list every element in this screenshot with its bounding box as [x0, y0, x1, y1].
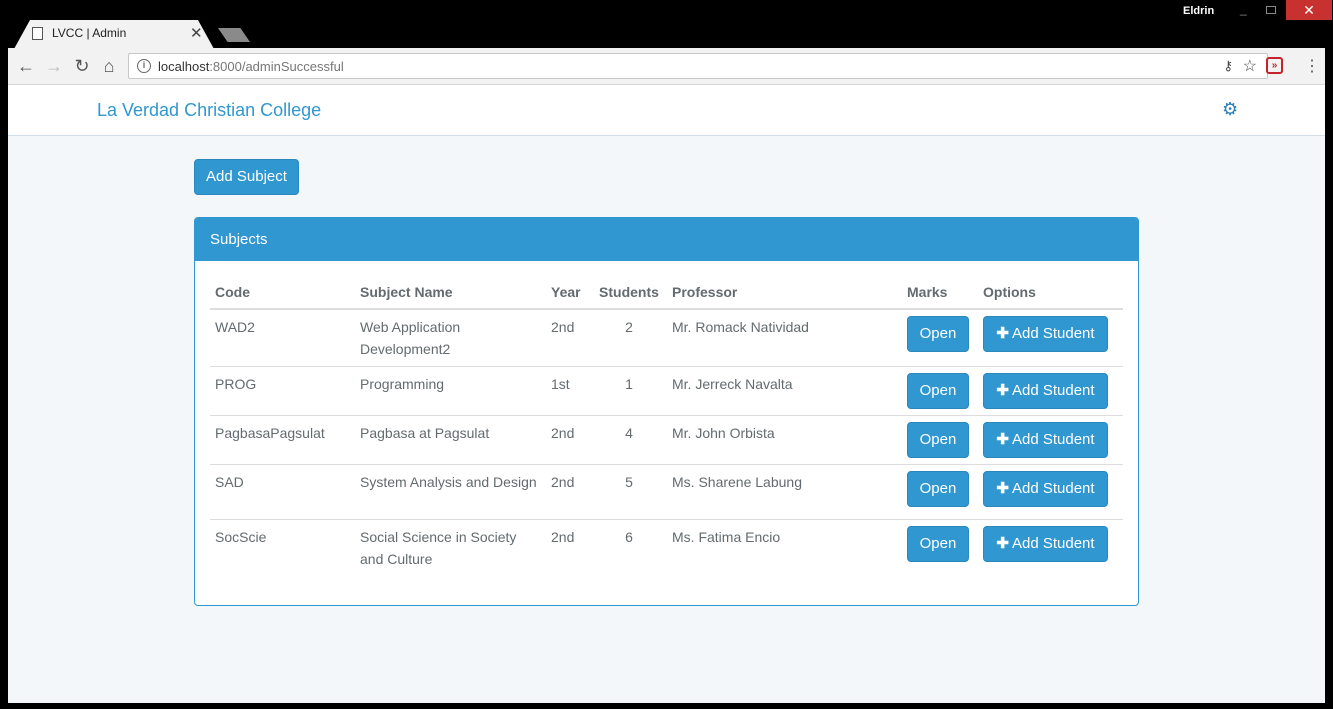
minimize-button[interactable]: _: [1240, 2, 1250, 16]
header-students: Students: [591, 278, 667, 310]
cell-options: ✚ Add Student: [978, 366, 1123, 416]
cell-students: 5: [591, 464, 667, 520]
title-bar: LVCC | Admin ✕ Eldrin _ ✕: [0, 0, 1333, 49]
cell-professor: Ms. Fatima Encio: [667, 519, 902, 576]
site-navbar: La Verdad Christian College ⚙: [8, 85, 1325, 136]
cell-code: SocScie: [210, 519, 355, 576]
cell-subject-name: Social Science in Society and Culture: [355, 519, 546, 576]
plus-icon: ✚: [996, 480, 1009, 497]
forward-icon[interactable]: →: [43, 56, 65, 78]
cell-subject-name: System Analysis and Design: [355, 464, 546, 520]
reload-icon[interactable]: ↻: [71, 56, 93, 78]
header-marks: Marks: [902, 278, 978, 310]
plus-icon: ✚: [996, 431, 1009, 448]
header-year: Year: [546, 278, 591, 310]
header-options: Options: [978, 278, 1123, 310]
maximize-button[interactable]: [1266, 6, 1276, 14]
cell-subject-name: Web Application Development2: [355, 308, 546, 367]
table-row: SocScie Social Science in Society and Cul…: [210, 519, 1123, 576]
cell-code: PagbasaPagsulat: [210, 415, 355, 465]
open-marks-button[interactable]: Open: [907, 471, 969, 507]
table-row: SAD System Analysis and Design 2nd 5 Ms. Sha…: [210, 464, 1123, 520]
cell-professor: Mr. Romack Natividad: [667, 308, 902, 367]
add-student-button[interactable]: ✚ Add Student: [983, 316, 1108, 352]
page-icon: [32, 27, 43, 40]
gear-icon[interactable]: ⚙: [1222, 99, 1238, 120]
cell-marks: Open: [902, 415, 978, 465]
bookmark-star-icon[interactable]: ☆: [1243, 56, 1257, 76]
add-student-label: Add Student: [1012, 382, 1095, 399]
table-header-row: Code Subject Name Year Students Professo…: [210, 278, 1123, 310]
header-code: Code: [210, 278, 355, 310]
page-content: La Verdad Christian College ⚙ Add Subjec…: [8, 85, 1325, 703]
cell-students: 2: [591, 308, 667, 367]
close-window-button[interactable]: ✕: [1286, 0, 1332, 20]
cell-professor: Ms. Sharene Labung: [667, 464, 902, 520]
add-student-button[interactable]: ✚ Add Student: [983, 422, 1108, 458]
add-student-button[interactable]: ✚ Add Student: [983, 471, 1108, 507]
add-student-button[interactable]: ✚ Add Student: [983, 526, 1108, 562]
cell-subject-name: Programming: [355, 366, 546, 416]
open-marks-button[interactable]: Open: [907, 316, 969, 352]
home-icon[interactable]: ⌂: [98, 56, 120, 78]
back-icon[interactable]: ←: [15, 56, 37, 78]
info-icon[interactable]: i: [137, 59, 151, 73]
new-tab-button[interactable]: [218, 28, 250, 42]
panel-title: Subjects: [195, 218, 1138, 261]
cell-professor: Mr. Jerreck Navalta: [667, 366, 902, 416]
cell-students: 4: [591, 415, 667, 465]
site-brand[interactable]: La Verdad Christian College: [97, 100, 321, 121]
open-marks-button[interactable]: Open: [907, 526, 969, 562]
cell-options: ✚ Add Student: [978, 308, 1123, 367]
cell-options: ✚ Add Student: [978, 464, 1123, 520]
table-row: PagbasaPagsulat Pagbasa at Pagsulat 2nd 4 Mr…: [210, 415, 1123, 465]
open-marks-button[interactable]: Open: [907, 422, 969, 458]
plus-icon: ✚: [996, 382, 1009, 399]
header-subject-name: Subject Name: [355, 278, 546, 310]
cell-year: 2nd: [546, 308, 591, 367]
cell-options: ✚ Add Student: [978, 415, 1123, 465]
table-row: PROG Programming 1st 1 Mr. Jerreck Navalta Op…: [210, 366, 1123, 416]
header-professor: Professor: [667, 278, 902, 310]
cell-professor: Mr. John Orbista: [667, 415, 902, 465]
address-bar[interactable]: i localhost:8000/adminSuccessful ⚷ ☆: [128, 53, 1268, 79]
cell-marks: Open: [902, 464, 978, 520]
cell-code: WAD2: [210, 308, 355, 367]
add-student-label: Add Student: [1012, 431, 1095, 448]
cell-year: 1st: [546, 366, 591, 416]
tab-title: LVCC | Admin: [52, 26, 127, 40]
cell-students: 1: [591, 366, 667, 416]
cell-year: 2nd: [546, 464, 591, 520]
open-marks-button[interactable]: Open: [907, 373, 969, 409]
url-text[interactable]: localhost:8000/adminSuccessful: [158, 59, 344, 74]
plus-icon: ✚: [996, 535, 1009, 552]
subjects-table: Code Subject Name Year Students Professo…: [210, 278, 1123, 576]
profile-name[interactable]: Eldrin: [1183, 5, 1214, 17]
table-row: WAD2 Web Application Development2 2nd 2 Mr. …: [210, 308, 1123, 367]
subjects-panel: Subjects Code Subject Name Year Students…: [194, 217, 1139, 606]
cell-code: SAD: [210, 464, 355, 520]
browser-toolbar: ← → ↻ ⌂ i localhost:8000/adminSuccessful…: [8, 48, 1325, 85]
key-icon[interactable]: ⚷: [1223, 58, 1233, 74]
plus-icon: ✚: [996, 325, 1009, 342]
cell-students: 6: [591, 519, 667, 576]
menu-icon[interactable]: ⋮: [1304, 56, 1320, 76]
close-tab-icon[interactable]: ✕: [190, 24, 203, 42]
add-student-label: Add Student: [1012, 480, 1095, 497]
cell-marks: Open: [902, 308, 978, 367]
cell-year: 2nd: [546, 415, 591, 465]
cell-marks: Open: [902, 519, 978, 576]
cell-marks: Open: [902, 366, 978, 416]
browser-window: LVCC | Admin ✕ Eldrin _ ✕ ← → ↻ ⌂ i loca…: [0, 0, 1333, 709]
add-subject-button[interactable]: Add Subject: [194, 159, 299, 195]
cell-code: PROG: [210, 366, 355, 416]
cell-subject-name: Pagbasa at Pagsulat: [355, 415, 546, 465]
cell-year: 2nd: [546, 519, 591, 576]
cell-options: ✚ Add Student: [978, 519, 1123, 576]
add-student-button[interactable]: ✚ Add Student: [983, 373, 1108, 409]
add-student-label: Add Student: [1012, 535, 1095, 552]
add-student-label: Add Student: [1012, 325, 1095, 342]
extension-icon[interactable]: »: [1266, 57, 1283, 74]
